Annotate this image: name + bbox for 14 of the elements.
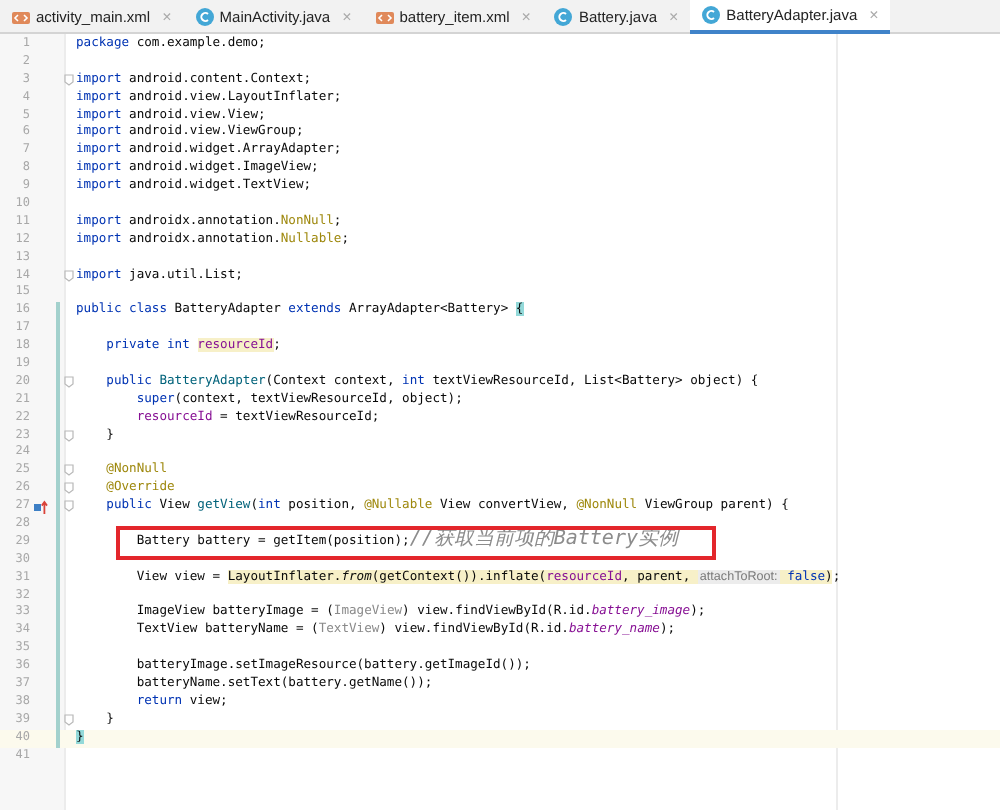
fold-icon[interactable] bbox=[64, 73, 74, 86]
class-icon bbox=[554, 8, 573, 26]
fold-icon[interactable] bbox=[64, 429, 74, 442]
fold-icon[interactable] bbox=[64, 482, 74, 495]
fold-icon[interactable] bbox=[64, 500, 74, 513]
fold-icon[interactable] bbox=[64, 269, 74, 282]
class-icon bbox=[195, 8, 214, 26]
class-icon bbox=[702, 6, 721, 24]
xml-file-icon bbox=[375, 9, 394, 25]
fold-icon[interactable] bbox=[64, 375, 74, 388]
fold-icon[interactable] bbox=[64, 464, 74, 477]
override-icon[interactable] bbox=[34, 500, 48, 515]
xml-file-icon bbox=[12, 9, 30, 25]
fold-icon[interactable] bbox=[64, 713, 74, 726]
